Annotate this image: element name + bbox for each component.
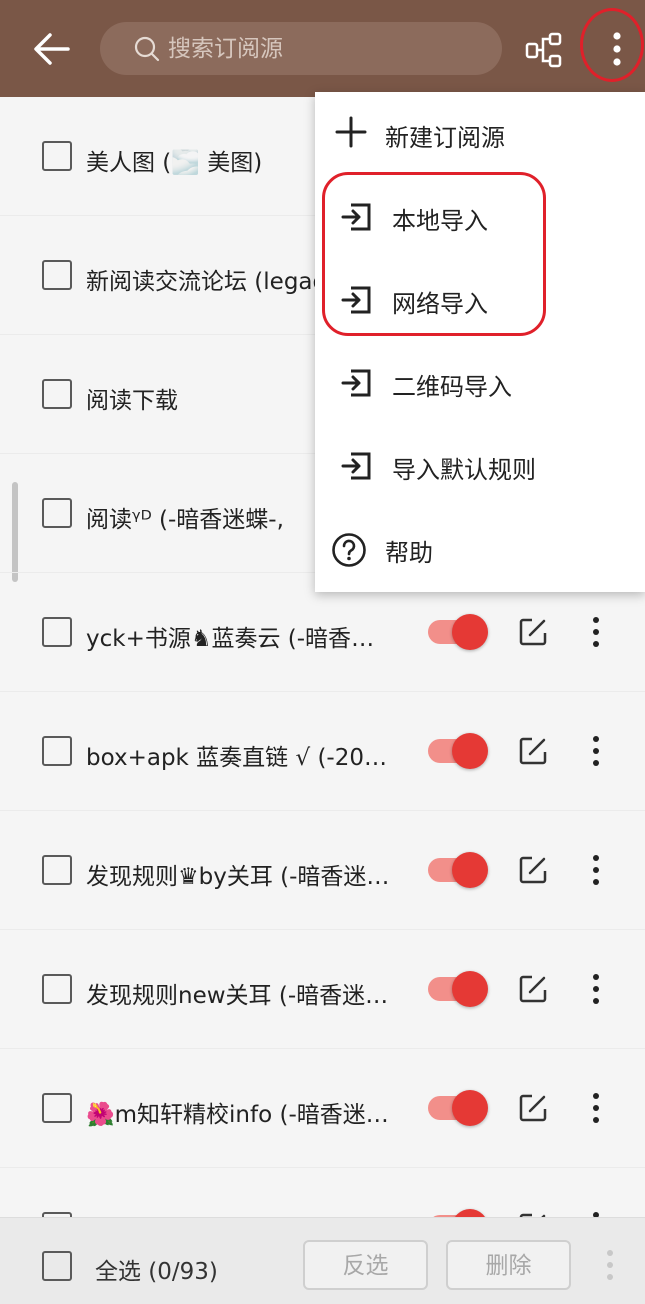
menu-item-label: 导入默认规则 — [392, 456, 536, 484]
help-icon — [332, 533, 366, 567]
import-icon — [341, 369, 371, 397]
more-vert-icon — [593, 974, 599, 1004]
bottom-action-bar: 全选 (0/93) 反选 删除 — [0, 1217, 645, 1304]
edit-icon — [519, 856, 547, 884]
item-checkbox[interactable] — [42, 498, 72, 528]
annotation-highlight-box — [322, 172, 546, 336]
select-all-checkbox[interactable] — [42, 1251, 72, 1281]
list-item[interactable]: 发现规则♛by关耳 (-暗香迷蝶-) — [0, 811, 645, 930]
plus-icon — [335, 116, 367, 148]
more-vert-icon — [593, 855, 599, 885]
menu-item-label: 新建订阅源 — [385, 124, 505, 152]
more-vert-icon — [593, 1212, 599, 1217]
edit-button[interactable] — [518, 974, 548, 1004]
delete-button[interactable]: 删除 — [446, 1240, 571, 1290]
enable-switch[interactable] — [428, 731, 488, 771]
menu-item-default-rules[interactable]: 导入默认规则 — [315, 424, 645, 507]
enable-switch[interactable] — [428, 850, 488, 890]
menu-item-label: 二维码导入 — [392, 373, 512, 401]
enable-switch[interactable] — [428, 969, 488, 1009]
item-checkbox[interactable] — [42, 260, 72, 290]
menu-item-new-source[interactable]: 新建订阅源 — [315, 92, 645, 175]
item-checkbox[interactable] — [42, 141, 72, 171]
select-all-label: 全选 (0/93) — [95, 1259, 218, 1285]
menu-item-help[interactable]: 帮助 — [315, 507, 645, 590]
group-button[interactable] — [524, 30, 564, 70]
item-more-button[interactable] — [582, 853, 610, 887]
edit-icon — [519, 737, 547, 765]
search-icon — [134, 36, 160, 62]
list-item[interactable]: 🌺m知轩精校info (-暗香迷蝶-) — [0, 1049, 645, 1168]
edit-icon — [519, 975, 547, 1003]
invert-selection-button[interactable]: 反选 — [303, 1240, 428, 1290]
more-vert-icon — [607, 1250, 613, 1280]
edit-button[interactable] — [518, 855, 548, 885]
edit-button[interactable] — [518, 736, 548, 766]
menu-item-qr-import[interactable]: 二维码导入 — [315, 341, 645, 424]
more-vert-icon — [593, 736, 599, 766]
item-more-button[interactable] — [582, 1210, 610, 1217]
edit-button[interactable] — [518, 617, 548, 647]
item-checkbox[interactable] — [42, 617, 72, 647]
more-vert-icon — [593, 1093, 599, 1123]
item-checkbox[interactable] — [42, 736, 72, 766]
enable-switch[interactable] — [428, 1207, 488, 1217]
item-label: 发现规则new关耳 (-暗香迷蝶-) — [86, 983, 396, 1009]
menu-item-label: 帮助 — [385, 539, 433, 567]
list-item[interactable] — [0, 1168, 645, 1217]
item-more-button[interactable] — [582, 615, 610, 649]
back-button[interactable] — [30, 30, 72, 68]
import-icon — [341, 452, 371, 480]
item-more-button[interactable] — [582, 972, 610, 1006]
list-item[interactable]: box+apk 蓝奏直链 √ (-2024) — [0, 692, 645, 811]
item-checkbox[interactable] — [42, 974, 72, 1004]
edit-icon — [519, 1094, 547, 1122]
item-more-button[interactable] — [582, 1091, 610, 1125]
search-input[interactable] — [166, 30, 490, 68]
group-icon — [525, 32, 562, 68]
bottom-more-button[interactable] — [598, 1248, 622, 1282]
edit-button[interactable] — [518, 1093, 548, 1123]
search-box[interactable] — [100, 22, 502, 75]
edit-icon — [519, 618, 547, 646]
item-checkbox[interactable] — [42, 379, 72, 409]
item-label: box+apk 蓝奏直链 √ (-2024) — [86, 745, 396, 771]
item-checkbox[interactable] — [42, 1093, 72, 1123]
item-checkbox[interactable] — [42, 855, 72, 885]
overflow-menu: 新建订阅源 本地导入 网络导入 二维码导入 导入默认规则 帮助 — [315, 92, 645, 592]
item-label: yck+书源♞蓝奏云 (-暗香迷蝶-) — [86, 626, 396, 652]
back-arrow-icon — [34, 33, 70, 65]
item-more-button[interactable] — [582, 734, 610, 768]
toolbar — [0, 0, 645, 97]
annotation-circle — [580, 8, 644, 82]
item-label: 发现规则♛by关耳 (-暗香迷蝶-) — [86, 864, 396, 890]
item-label: 🌺m知轩精校info (-暗香迷蝶-) — [86, 1102, 396, 1128]
enable-switch[interactable] — [428, 612, 488, 652]
list-item[interactable]: 发现规则new关耳 (-暗香迷蝶-) — [0, 930, 645, 1049]
more-vert-icon — [593, 617, 599, 647]
enable-switch[interactable] — [428, 1088, 488, 1128]
